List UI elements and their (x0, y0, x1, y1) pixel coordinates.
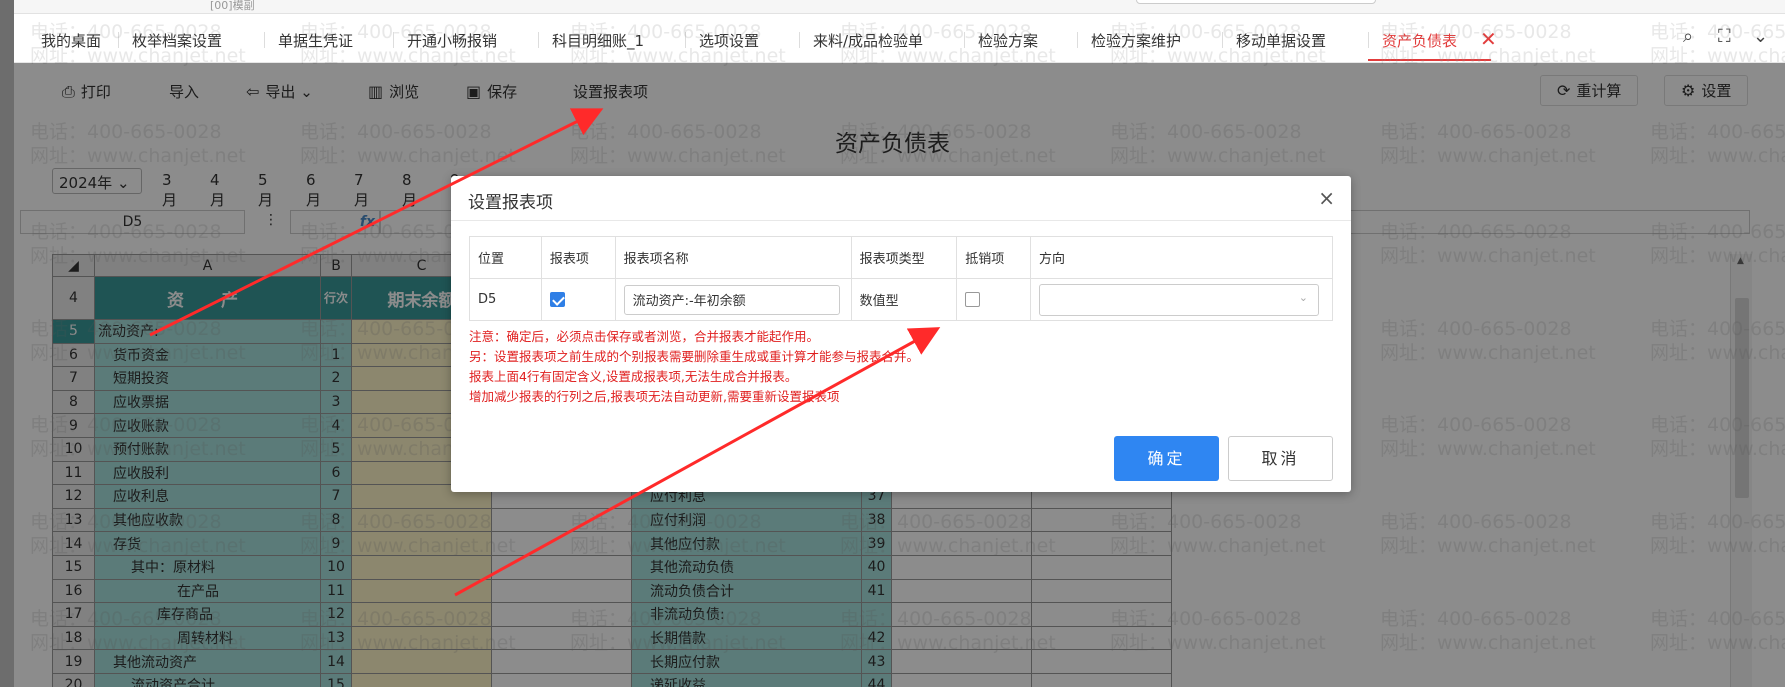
arrow-to-dialog (454, 327, 941, 597)
annotation-arrows (149, 108, 941, 597)
arrow-to-set-items (149, 108, 604, 337)
